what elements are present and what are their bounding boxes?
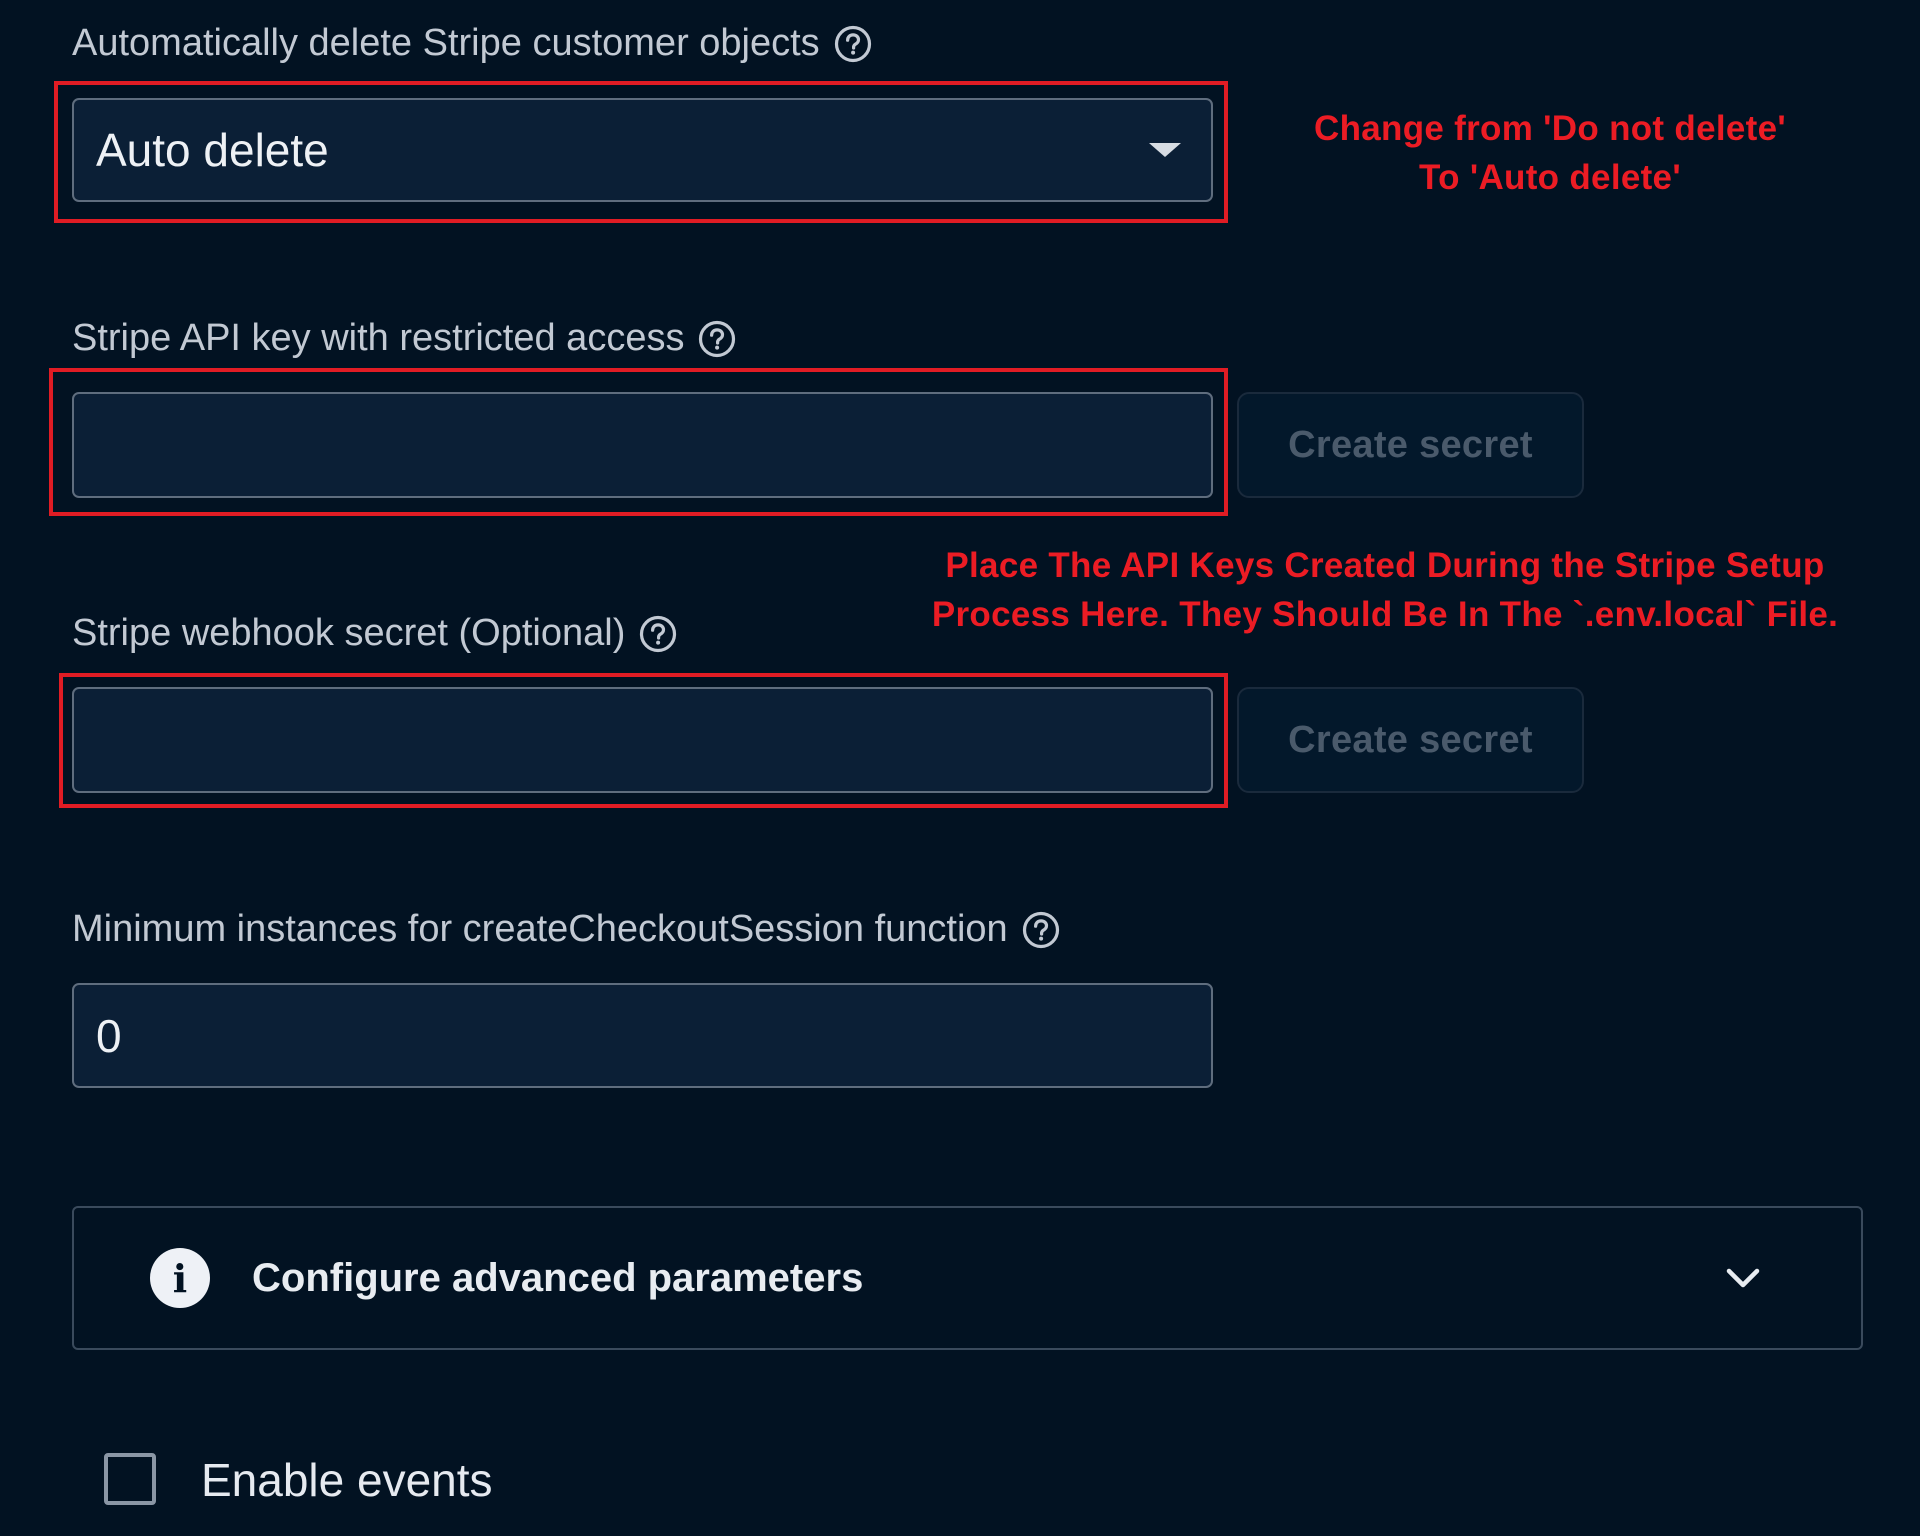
help-circle-icon[interactable]	[834, 25, 872, 63]
webhook-input[interactable]	[72, 687, 1213, 793]
min-instances-input[interactable]: 0	[72, 983, 1213, 1088]
min-instances-input-value: 0	[96, 1009, 122, 1062]
help-circle-icon[interactable]	[1022, 911, 1060, 949]
auto-delete-label-text: Automatically delete Stripe customer obj…	[72, 22, 820, 64]
enable-events-label: Enable events	[201, 1454, 493, 1506]
api-key-create-secret-label: Create secret	[1288, 423, 1533, 466]
help-circle-icon[interactable]	[639, 615, 677, 653]
enable-events-checkbox[interactable]	[104, 1453, 156, 1505]
annotation-change-note: Change from 'Do not delete' To 'Auto del…	[1270, 104, 1830, 202]
api-key-create-secret-button[interactable]: Create secret	[1237, 392, 1584, 498]
annotation-api-keys-note: Place The API Keys Created During the St…	[860, 541, 1910, 639]
webhook-label-text: Stripe webhook secret (Optional)	[72, 612, 626, 654]
webhook-create-secret-label: Create secret	[1288, 718, 1533, 761]
info-icon: i	[150, 1248, 210, 1308]
advanced-parameters-title: Configure advanced parameters	[252, 1255, 864, 1300]
annotation-change-line2: To 'Auto delete'	[1419, 158, 1681, 197]
min-instances-label: Minimum instances for createCheckoutSess…	[72, 908, 1060, 951]
auto-delete-select[interactable]: Auto delete	[72, 98, 1213, 202]
advanced-parameters-panel[interactable]: i Configure advanced parameters	[72, 1206, 1863, 1350]
annotation-api-keys-line1: Place The API Keys Created During the St…	[945, 546, 1825, 585]
help-circle-icon[interactable]	[698, 320, 736, 358]
annotation-api-keys-line2: Process Here. They Should Be In The `.en…	[931, 595, 1839, 634]
api-key-label-text: Stripe API key with restricted access	[72, 317, 685, 359]
caret-down-icon	[1149, 143, 1181, 157]
api-key-label: Stripe API key with restricted access	[72, 317, 736, 360]
min-instances-label-text: Minimum instances for createCheckoutSess…	[72, 908, 1008, 950]
webhook-create-secret-button[interactable]: Create secret	[1237, 687, 1584, 793]
auto-delete-label: Automatically delete Stripe customer obj…	[72, 22, 872, 65]
annotation-change-line1: Change from 'Do not delete'	[1314, 109, 1786, 148]
chevron-down-icon[interactable]	[1723, 1258, 1763, 1298]
webhook-label: Stripe webhook secret (Optional)	[72, 612, 677, 655]
auto-delete-selected-value: Auto delete	[96, 124, 329, 176]
api-key-input[interactable]	[72, 392, 1213, 498]
